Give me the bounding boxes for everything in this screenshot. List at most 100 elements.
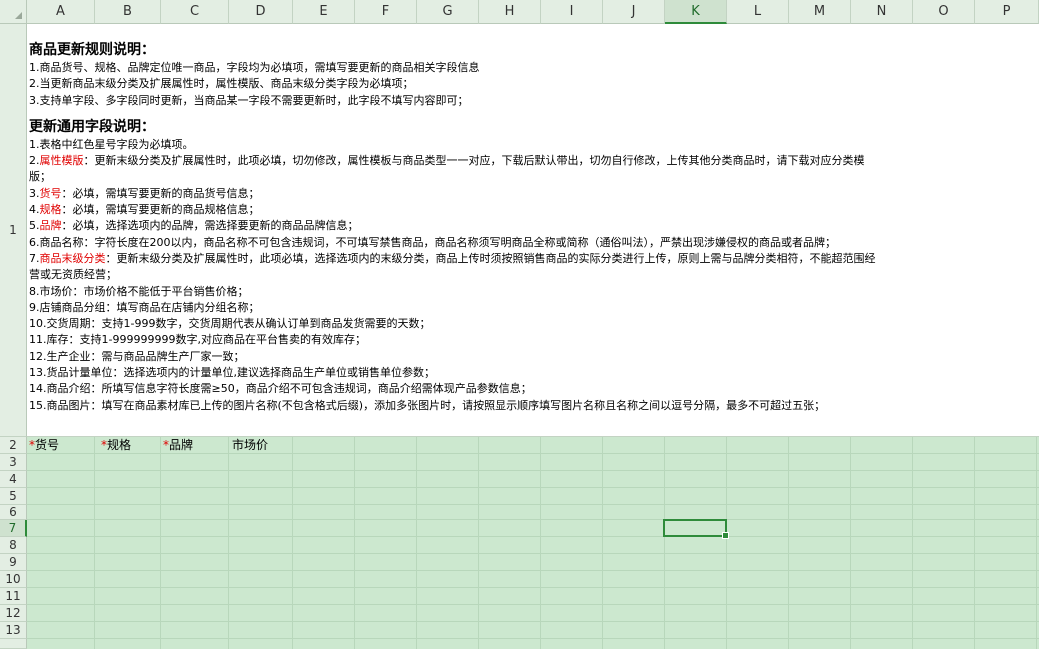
cell-d2-market-price[interactable]: 市场价: [232, 437, 268, 454]
grid-line: [27, 638, 1039, 639]
field-line: 15.商品图片：填写在商品素材库已上传的图片名称(不包含格式后缀)，添加多张图片…: [29, 398, 826, 412]
grid-line: [1036, 437, 1037, 649]
field-line: 8.市场价：市场价格不能低于平台销售价格；: [29, 284, 249, 298]
column-header-k[interactable]: K: [665, 0, 727, 24]
column-header-e[interactable]: E: [293, 0, 355, 24]
field-key-item-number: 货号: [39, 186, 62, 200]
column-header-i[interactable]: I: [541, 0, 603, 24]
column-header-d[interactable]: D: [229, 0, 293, 24]
field-number: 2.: [29, 154, 40, 168]
field-key-brand: 品牌: [39, 219, 62, 233]
cell-a2-item-number[interactable]: *货号: [29, 437, 59, 454]
column-header-b[interactable]: B: [95, 0, 161, 24]
row-header-7[interactable]: 7: [0, 520, 27, 537]
field-line: 1.表格中红色星号字段为必填项。: [29, 137, 194, 151]
row-header-9[interactable]: 9: [0, 554, 27, 571]
column-header-f[interactable]: F: [355, 0, 417, 24]
field-desc: ：必填，选择选项内的品牌，需选择要更新的商品品牌信息；: [61, 219, 359, 233]
grid-line: [27, 487, 1039, 488]
column-header-m[interactable]: M: [789, 0, 851, 24]
grid-line: [664, 437, 665, 649]
column-header-h[interactable]: H: [479, 0, 541, 24]
grid-line: [540, 437, 541, 649]
grid-line: [27, 604, 1039, 605]
field-line: 9.店铺商品分组：填写商品在店铺内分组名称；: [29, 300, 260, 314]
cell-c2-brand[interactable]: *品牌: [163, 437, 193, 454]
field-line-wrap: 营或无资质经营；: [29, 268, 117, 282]
fill-handle[interactable]: [722, 532, 729, 539]
rule-line: 3.支持单字段、多字段同时更新，当商品某一字段不需要更新时，此字段不填写内容即可…: [29, 93, 469, 107]
grid-line: [94, 437, 95, 649]
cell-text: 规格: [107, 438, 132, 452]
column-header-c[interactable]: C: [161, 0, 229, 24]
grid-line: [974, 437, 975, 649]
field-line: 5.品牌：必填，选择选项内的品牌，需选择要更新的商品品牌信息；: [29, 218, 1039, 234]
grid-line: [788, 437, 789, 649]
field-number: 3.: [29, 186, 40, 200]
grid-line: [27, 587, 1039, 588]
field-line: 2.属性模版：更新末级分类及扩展属性时，此项必填，切勿修改，属性模板与商品类型一…: [29, 153, 1039, 169]
cell-text: 品牌: [169, 438, 194, 452]
column-header-p[interactable]: P: [975, 0, 1039, 24]
column-header-a[interactable]: A: [27, 0, 95, 24]
row-header-12[interactable]: 12: [0, 605, 27, 622]
grid-line: [27, 470, 1039, 471]
grid-line: [27, 536, 1039, 537]
select-all-corner[interactable]: [0, 0, 27, 24]
grid-line: [850, 437, 851, 649]
row-header-1[interactable]: 1: [0, 24, 27, 437]
field-line: 10.交货周期：支持1-999数字，交货周期代表从确认订单到商品发货需要的天数；: [29, 317, 431, 331]
active-cell-k7[interactable]: [663, 519, 729, 539]
cell-text: 货号: [35, 438, 60, 452]
grid-line: [27, 519, 1039, 520]
row-header-3[interactable]: 3: [0, 454, 27, 471]
column-header-j[interactable]: J: [603, 0, 665, 24]
fields-title: 更新通用字段说明：: [29, 118, 155, 135]
field-line: 3.货号：必填，需填写要更新的商品货号信息；: [29, 186, 1039, 202]
row-header-8[interactable]: 8: [0, 537, 27, 554]
column-header-o[interactable]: O: [913, 0, 975, 24]
grid-line: [27, 621, 1039, 622]
row-header-5[interactable]: 5: [0, 488, 27, 505]
row-header-10[interactable]: 10: [0, 571, 27, 588]
field-line: 7.商品末级分类：更新末级分类及扩展属性时，此项必填，选择选项内的末级分类，商品…: [29, 251, 1039, 267]
row-header-4[interactable]: 4: [0, 471, 27, 488]
grid-line: [602, 437, 603, 649]
row-header-2[interactable]: 2: [0, 437, 27, 454]
field-key-category: 商品末级分类: [39, 251, 106, 265]
cell-text: 市场价: [232, 438, 269, 452]
instruction-cell[interactable]: 商品更新规则说明： 1.商品货号、规格、品牌定位唯一商品，字段均为必填项，需填写…: [27, 24, 1039, 437]
field-line: 13.货品计量单位：选择选项内的计量单位,建议选择商品生产单位或销售单位参数；: [29, 366, 435, 380]
column-header-g[interactable]: G: [417, 0, 479, 24]
field-line: 11.库存：支持1-999999999数字,对应商品在平台售卖的有效库存；: [29, 333, 366, 347]
grid-line: [416, 437, 417, 649]
cell-b2-spec[interactable]: *规格: [101, 437, 131, 454]
row-header-11[interactable]: 11: [0, 588, 27, 605]
column-header-l[interactable]: L: [727, 0, 789, 24]
select-all-triangle-icon: [15, 12, 22, 19]
field-line: 4.规格：必填，需填写要更新的商品规格信息；: [29, 202, 1039, 218]
grid-line: [228, 437, 229, 649]
row-header-6[interactable]: 6: [0, 505, 27, 520]
row-header-14[interactable]: [0, 639, 27, 649]
column-header-n[interactable]: N: [851, 0, 913, 24]
field-line: 6.商品名称：字符长度在200以内，商品名称不可包含违规词，不可填写禁售商品，商…: [29, 235, 836, 249]
grid-line: [478, 437, 479, 649]
grid-line: [726, 437, 727, 649]
field-desc: ：更新末级分类及扩展属性时，此项必填，切勿修改，属性模板与商品类型一一对应，下载…: [83, 154, 865, 168]
field-desc: ：必填，需填写要更新的商品规格信息；: [61, 203, 260, 217]
field-line: 12.生产企业：需与商品品牌生产厂家一致；: [29, 349, 245, 363]
rule-line: 1.商品货号、规格、品牌定位唯一商品，字段均为必填项，需填写要更新的商品相关字段…: [29, 61, 480, 74]
field-key-attribute-template: 属性模版: [39, 154, 84, 168]
field-number: 7.: [29, 251, 40, 265]
grid-line: [160, 437, 161, 649]
grid-line: [354, 437, 355, 649]
field-desc: ：必填，需填写要更新的商品货号信息；: [61, 186, 260, 200]
row-header-13[interactable]: 13: [0, 622, 27, 639]
field-number: 5.: [29, 219, 40, 233]
field-desc: ：更新末级分类及扩展属性时，此项必填，选择选项内的末级分类，商品上传时须按照销售…: [105, 251, 876, 265]
grid-line: [292, 437, 293, 649]
grid-line: [27, 570, 1039, 571]
grid-line: [27, 504, 1039, 505]
field-number: 4.: [29, 203, 40, 217]
